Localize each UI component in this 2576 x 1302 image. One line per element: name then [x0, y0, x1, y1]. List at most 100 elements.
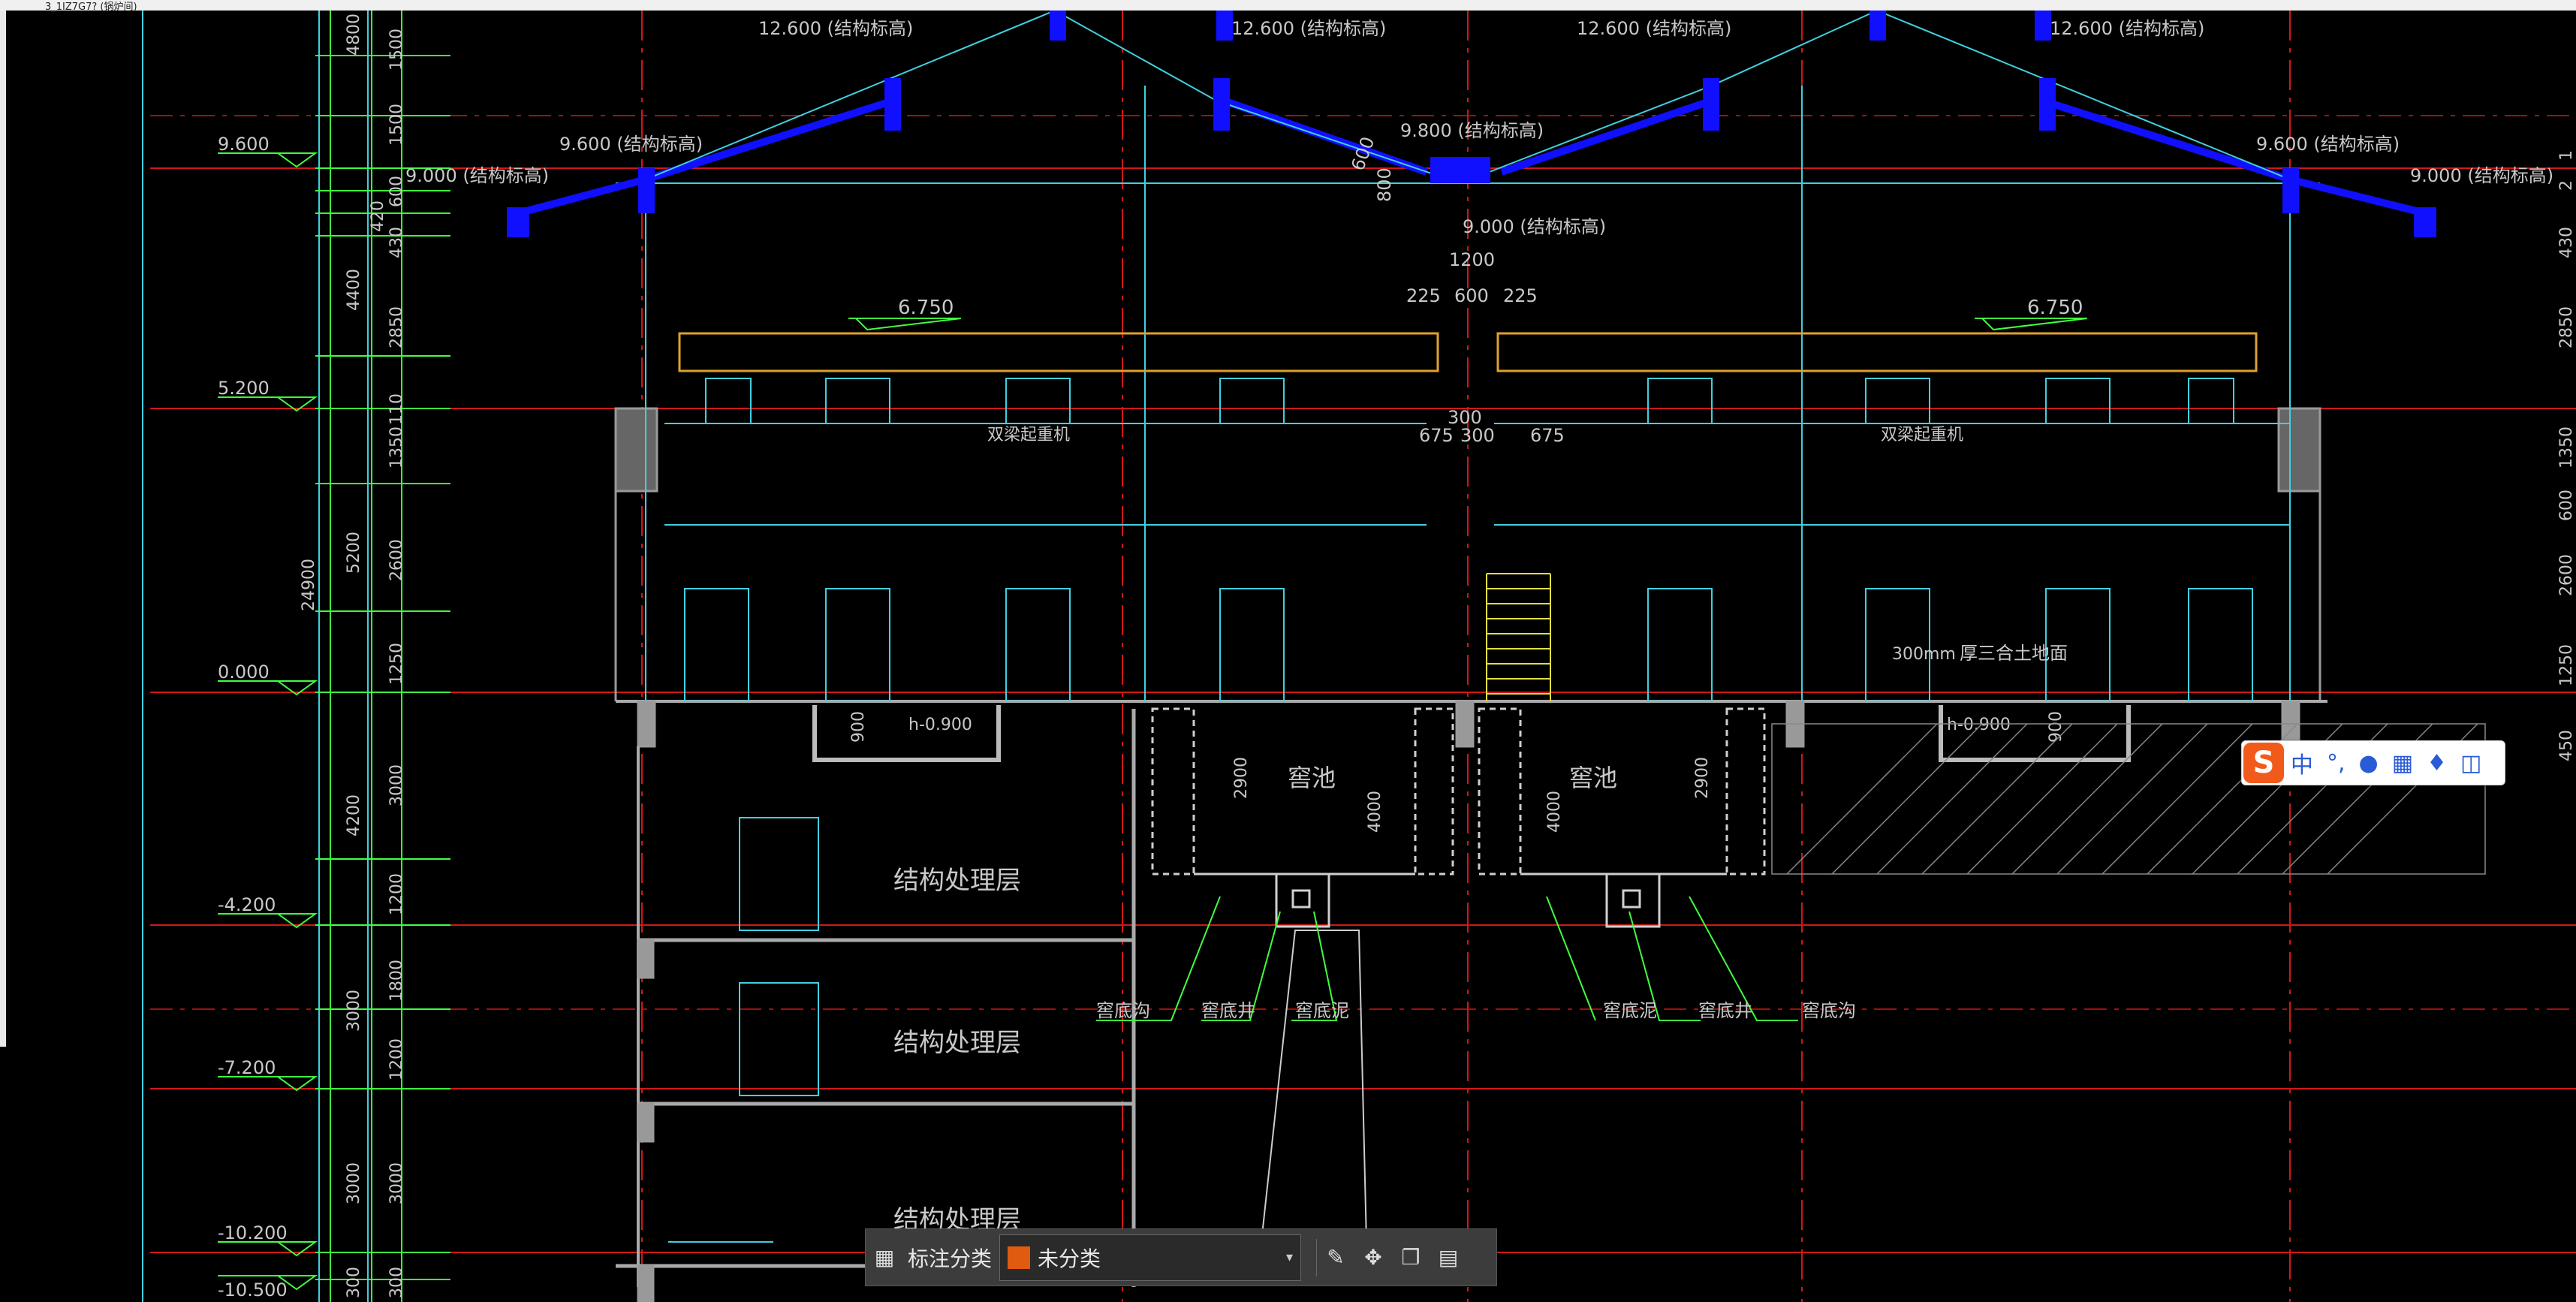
kiln-ditch-left: 窖底沟	[1096, 1000, 1150, 1021]
kiln-dim-4000-right: 4000	[1545, 791, 1564, 833]
building-walls	[614, 407, 2327, 1302]
kiln-mud-right: 窖底泥	[1603, 1000, 1657, 1021]
valley-dim-600: 600	[1454, 285, 1489, 306]
kiln-label-left: 窖池	[1288, 764, 1336, 792]
edit-icon[interactable]: ✎	[1317, 1229, 1354, 1285]
ime-punct-toggle[interactable]: °,	[2320, 750, 2352, 776]
dim-b-2600: 2600	[387, 539, 406, 581]
dim-b-430: 430	[387, 227, 406, 258]
copy-icon[interactable]: ❐	[1392, 1229, 1430, 1285]
dim-a-4800: 4800	[345, 14, 363, 56]
pit-level-left: h-0.900	[908, 716, 972, 734]
valley-dim-225a: 225	[1406, 285, 1441, 306]
struct-layer-2: 结构处理层	[893, 1028, 1021, 1058]
dim-r-2600: 2600	[2557, 554, 2576, 596]
dim-a-5200: 5200	[345, 532, 363, 574]
elevation-9600: 9.600	[218, 134, 270, 155]
struct-layer-1: 结构处理层	[893, 866, 1021, 896]
col-dim-675b: 675	[1530, 425, 1565, 446]
staircase	[1486, 573, 1551, 701]
dim-r-2: 2	[2557, 180, 2576, 191]
dim-b-1200: 1200	[387, 873, 406, 915]
dim-b-110: 110	[387, 393, 406, 425]
col-dim-300b: 300	[1460, 425, 1495, 446]
dim-a-3000: 3000	[345, 990, 363, 1032]
grid-icon[interactable]: ▦	[866, 1229, 903, 1285]
floor-note-thickness: 300mm	[1892, 645, 1956, 664]
dim-b-300: 300	[387, 1267, 406, 1298]
paste-icon[interactable]: ▤	[1430, 1229, 1467, 1285]
dim-a-4400: 4400	[345, 269, 363, 311]
kiln-dim-2900-left: 2900	[1232, 757, 1251, 799]
skin-icon[interactable]: ♦	[2420, 750, 2454, 776]
valley-bottom-label: 9.000 (结构标高)	[1463, 216, 1606, 237]
col-dim-675a: 675	[1419, 425, 1454, 446]
dim-a-3000b: 3000	[345, 1162, 363, 1204]
ridge-label-1: 12.600 (结构标高)	[758, 18, 913, 39]
dim-b-1800: 1800	[387, 960, 406, 1002]
ime-toolbar[interactable]: S 中 °, ● ▦ ♦ ◫	[2241, 740, 2505, 785]
dim-b-2850: 2850	[387, 306, 406, 348]
dim-r-2850: 2850	[2557, 306, 2576, 348]
kiln-label-right: 窖池	[1569, 764, 1617, 792]
dim-a-4200: 4200	[345, 794, 363, 836]
dim-total: 24900	[300, 559, 318, 611]
dim-a-300: 300	[345, 1267, 363, 1298]
kiln-rubble	[1260, 930, 1368, 1243]
dim-b-1200b: 1200	[387, 1038, 406, 1080]
elevation-m10200: -10.200	[218, 1222, 288, 1243]
kiln-well-right: 窖底井	[1698, 1000, 1752, 1021]
dim-b-600: 600	[387, 176, 406, 207]
category-select[interactable]: 未分类 ▾	[999, 1234, 1302, 1281]
dim-b-1250: 1250	[387, 643, 406, 685]
ridge-label-2: 12.600 (结构标高)	[1231, 18, 1386, 39]
left-guides	[142, 11, 369, 1302]
beam-level-right: 6.750	[2027, 297, 2083, 319]
elevation-markers	[218, 152, 318, 1291]
grid-menu-icon[interactable]: ◫	[2454, 750, 2488, 776]
valley-dim-225b: 225	[1503, 285, 1538, 306]
category-label: 标注分类	[908, 1246, 993, 1271]
crane-label-left: 双梁起重机	[987, 426, 1070, 445]
dim-r-1350: 1350	[2557, 426, 2576, 469]
cad-drawing-canvas[interactable]: 9.600 5.200 0.000 -4.200 -7.200 -10.200 …	[0, 11, 2576, 1302]
pit-depth-left: 900	[849, 711, 868, 743]
beam-level-left: 6.750	[898, 297, 954, 319]
eave-label-left: 9.600 (结构标高)	[559, 134, 703, 155]
dim-r-430: 430	[2557, 227, 2576, 258]
floor-note-material: 厚三合土地面	[1960, 643, 2068, 664]
microphone-icon[interactable]: ●	[2352, 750, 2385, 776]
valley-top-label: 9.800 (结构标高)	[1400, 120, 1544, 141]
valley-dim-1200: 1200	[1449, 249, 1495, 270]
dim-r-600: 600	[2557, 490, 2576, 521]
ridge-label-3: 12.600 (结构标高)	[1577, 18, 1731, 39]
ime-logo-icon[interactable]: S	[2243, 743, 2284, 783]
dim-r-1: 1	[2557, 150, 2576, 161]
chevron-down-icon: ▾	[1285, 1249, 1294, 1265]
dim-b-420: 420	[369, 200, 387, 232]
eave-low-label-left: 9.000 (结构标高)	[405, 165, 549, 186]
dim-b-1500: 1500	[387, 29, 406, 71]
elevation-0000: 0.000	[218, 662, 270, 683]
category-color-swatch	[1008, 1246, 1031, 1269]
elevation-m10500: -10.500	[218, 1279, 288, 1300]
keyboard-icon[interactable]: ▦	[2385, 750, 2420, 776]
category-value: 未分类	[1038, 1246, 1101, 1271]
ime-lang-toggle[interactable]: 中	[2284, 746, 2320, 779]
pit-level-right: h-0.900	[1947, 716, 2011, 734]
eave-low-label-right: 9.000 (结构标高)	[2410, 165, 2553, 186]
elevation-m4200: -4.200	[218, 894, 276, 915]
elevation-5200: 5.200	[218, 378, 270, 399]
ridge-label-4: 12.600 (结构标高)	[2050, 18, 2204, 39]
dim-b-1350: 1350	[387, 426, 406, 469]
dim-r-450: 450	[2557, 730, 2576, 761]
pit-depth-right: 900	[2047, 711, 2065, 743]
eave-label-right: 9.600 (结构标高)	[2256, 134, 2400, 155]
dim-b-1500b: 1500	[387, 104, 406, 146]
kiln-well-left: 窖底井	[1201, 1000, 1255, 1021]
dim-r-1250: 1250	[2557, 644, 2576, 686]
dim-b-3000b: 3000	[387, 1162, 406, 1204]
move-icon[interactable]: ✥	[1354, 1229, 1392, 1285]
dim-b-3000: 3000	[387, 764, 406, 806]
window-titlebar: 3_1IZ7G7? (锅炉间)	[0, 0, 2576, 13]
